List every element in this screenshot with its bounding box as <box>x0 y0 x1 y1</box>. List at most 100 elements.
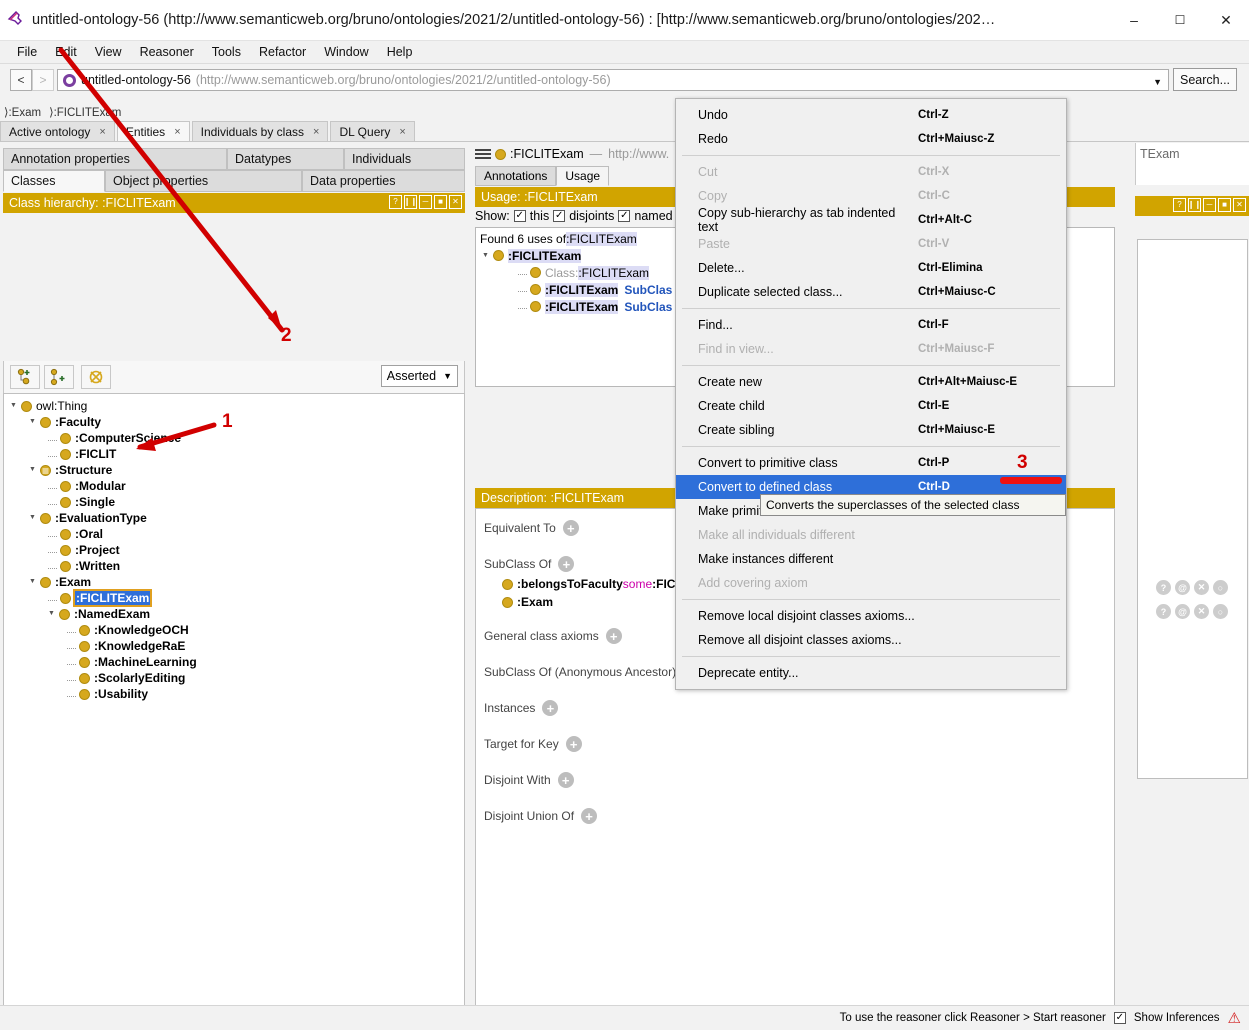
add-button[interactable]: + <box>557 772 574 788</box>
expander-icon[interactable]: ▼ <box>10 402 18 410</box>
menu-item-deprecate-entity[interactable]: Deprecate entity... <box>676 661 1066 685</box>
nav-forward-button[interactable]: > <box>32 69 54 91</box>
close-panel-icon[interactable]: ✕ <box>1233 198 1246 212</box>
tab-dl-query[interactable]: DL Query × <box>330 121 415 141</box>
add-button[interactable]: + <box>558 556 575 572</box>
menu-reasoner[interactable]: Reasoner <box>131 43 203 61</box>
tab-annotations[interactable]: Annotations <box>475 166 557 186</box>
tree-row[interactable]: :Usability <box>10 686 464 702</box>
tree-row[interactable]: ▼:EvaluationType <box>10 510 464 526</box>
menu-item-remove-local-disjoint-classes-axioms[interactable]: Remove local disjoint classes axioms... <box>676 604 1066 628</box>
tab-individuals-by-class[interactable]: Individuals by class × <box>191 121 329 141</box>
add-button[interactable]: + <box>562 520 579 536</box>
breadcrumb-item-exam[interactable]: ⟩:Exam <box>0 105 45 119</box>
maximize-button[interactable]: ☐ <box>1157 0 1203 41</box>
expander-icon[interactable]: ▼ <box>29 418 37 426</box>
circle-icon[interactable]: ○ <box>1213 604 1228 619</box>
menu-item-make-instances-different[interactable]: Make instances different <box>676 547 1066 571</box>
add-button[interactable]: + <box>565 736 582 752</box>
subtab-datatypes[interactable]: Datatypes <box>227 148 344 170</box>
split-icon[interactable]: ❙❙ <box>404 195 417 209</box>
add-sibling-icon[interactable] <box>44 365 74 389</box>
close-icon[interactable]: × <box>174 126 180 138</box>
tree-row[interactable]: ▼:Exam <box>10 574 464 590</box>
menu-edit[interactable]: Edit <box>46 43 86 61</box>
menu-item-redo[interactable]: Redo Ctrl+Maiusc-Z <box>676 127 1066 151</box>
warning-triangle-icon[interactable]: ⚠ <box>1228 1009 1241 1027</box>
tree-row[interactable]: ▼:NamedExam <box>10 606 464 622</box>
at-icon[interactable]: @ <box>1175 604 1190 619</box>
subtab-individuals[interactable]: Individuals <box>344 148 465 170</box>
add-button[interactable]: + <box>605 628 622 644</box>
close-icon[interactable]: ✕ <box>1194 580 1209 595</box>
menu-help[interactable]: Help <box>378 43 422 61</box>
help-icon[interactable]: ? <box>1156 580 1171 595</box>
tree-row[interactable]: ▼:Faculty <box>10 414 464 430</box>
checkbox-this[interactable]: ✓ <box>513 210 526 222</box>
minimize-panel-icon[interactable]: ─ <box>1203 198 1216 212</box>
menu-item-convert-to-primitive-class[interactable]: Convert to primitive class Ctrl-P <box>676 451 1066 475</box>
close-icon[interactable]: × <box>99 126 105 138</box>
expander-icon[interactable]: ▼ <box>29 578 37 586</box>
menu-item-copy-sub-hierarchy-as-tab-indented-text[interactable]: Copy sub-hierarchy as tab indented text C… <box>676 206 1066 234</box>
menu-item-create-new[interactable]: Create new Ctrl+Alt+Maiusc-E <box>676 370 1066 394</box>
help-icon[interactable]: ? <box>1156 604 1171 619</box>
view-mode-combo[interactable]: Asserted ▼ <box>380 365 458 387</box>
tab-active-ontology[interactable]: Active ontology × <box>0 121 115 141</box>
menu-item-delete[interactable]: Delete... Ctrl-Elimina <box>676 256 1066 280</box>
search-button[interactable]: Search... <box>1173 68 1237 91</box>
tab-usage[interactable]: Usage <box>556 166 610 186</box>
minimize-button[interactable]: – <box>1111 0 1157 41</box>
expander-icon[interactable]: ▼ <box>29 514 37 522</box>
tree-row[interactable]: :Single <box>10 494 464 510</box>
checkbox-show-inferences[interactable]: ✓ <box>1113 1012 1126 1024</box>
close-icon[interactable]: ✕ <box>1194 604 1209 619</box>
split-icon[interactable]: ❙❙ <box>1188 198 1201 212</box>
tree-row[interactable]: :FICLITExam <box>10 589 464 607</box>
maximize-panel-icon[interactable]: ■ <box>434 195 447 209</box>
ontology-selector-combo[interactable]: untitled-ontology-56 (http://www.semanti… <box>57 69 1169 91</box>
edit-context-menu[interactable]: Undo Ctrl-Z Redo Ctrl+Maiusc-Z Cut Ctrl-X Copy… <box>675 98 1067 690</box>
add-subclass-icon[interactable] <box>10 365 40 389</box>
menu-window[interactable]: Window <box>315 43 377 61</box>
expander-icon[interactable]: ▼ <box>29 466 37 474</box>
help-icon[interactable]: ? <box>389 195 402 209</box>
subtab-annotation-properties[interactable]: Annotation properties <box>3 148 227 170</box>
tree-row[interactable]: :ComputerScience <box>10 430 464 446</box>
expander-icon[interactable]: ▼ <box>48 610 56 618</box>
delete-class-icon[interactable] <box>81 365 111 389</box>
add-button[interactable]: + <box>542 700 559 716</box>
tab-entities[interactable]: Entities × <box>116 121 190 141</box>
tree-row[interactable]: :ScolarlyEditing <box>10 670 464 686</box>
nav-back-button[interactable]: < <box>10 69 32 91</box>
menu-burger-icon[interactable] <box>475 149 491 159</box>
tree-row[interactable]: :KnowledgeRaE <box>10 638 464 654</box>
circle-icon[interactable]: ○ <box>1213 580 1228 595</box>
subtab-object-properties[interactable]: Object properties <box>105 170 302 192</box>
tree-row[interactable]: :Written <box>10 558 464 574</box>
menu-item-create-child[interactable]: Create child Ctrl-E <box>676 394 1066 418</box>
close-icon[interactable]: × <box>399 126 405 138</box>
tree-row[interactable]: :KnowledgeOCH <box>10 622 464 638</box>
menu-refactor[interactable]: Refactor <box>250 43 315 61</box>
menu-item-create-sibling[interactable]: Create sibling Ctrl+Maiusc-E <box>676 418 1066 442</box>
at-icon[interactable]: @ <box>1175 580 1190 595</box>
menu-view[interactable]: View <box>86 43 131 61</box>
checkbox-disjoints[interactable]: ✓ <box>553 210 566 222</box>
tree-row[interactable]: :MachineLearning <box>10 654 464 670</box>
add-button[interactable]: + <box>581 808 598 824</box>
menu-item-duplicate-selected-class[interactable]: Duplicate selected class... Ctrl+Maiusc-C <box>676 280 1066 304</box>
class-hierarchy-tree[interactable]: ▼ owl:Thing ▼:Faculty:ComputerScience:FICL… <box>3 393 465 1030</box>
menu-item-find[interactable]: Find... Ctrl-F <box>676 313 1066 337</box>
chevron-down-icon[interactable]: ▼ <box>1153 77 1162 87</box>
tree-row[interactable]: :Project <box>10 542 464 558</box>
subtab-classes[interactable]: Classes <box>3 170 105 192</box>
expander-icon[interactable]: ▼ <box>482 252 490 260</box>
breadcrumb-item-ficlitexam[interactable]: ⟩:FICLITExam <box>45 105 125 119</box>
menu-item-undo[interactable]: Undo Ctrl-Z <box>676 103 1066 127</box>
close-icon[interactable]: × <box>313 126 319 138</box>
subtab-data-properties[interactable]: Data properties <box>302 170 465 192</box>
menu-file[interactable]: File <box>8 43 46 61</box>
minimize-panel-icon[interactable]: ─ <box>419 195 432 209</box>
tree-row[interactable]: :Modular <box>10 478 464 494</box>
